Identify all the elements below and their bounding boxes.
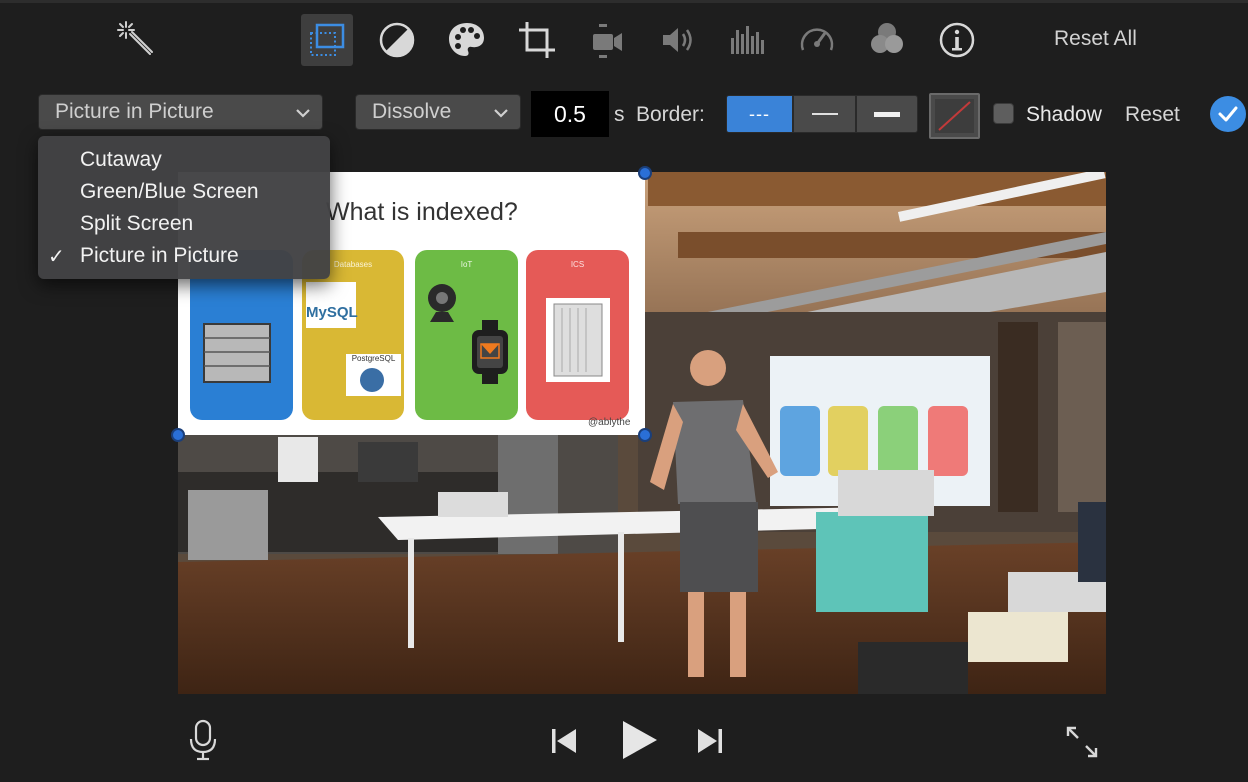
- slide-card-label-3: IoT: [460, 260, 473, 269]
- transition-dropdown[interactable]: Dissolve: [355, 94, 521, 130]
- pip-resize-handle-bottom-left[interactable]: [171, 428, 185, 442]
- border-none-label: ---: [749, 103, 770, 124]
- border-thick-button[interactable]: [856, 95, 918, 133]
- checkmark-icon: ✓: [48, 246, 65, 268]
- transition-value: Dissolve: [372, 100, 452, 123]
- overlay-style-dropdown[interactable]: Picture in Picture: [38, 94, 323, 130]
- fullscreen-icon[interactable]: [1062, 722, 1102, 762]
- reset-all-button[interactable]: Reset All: [1054, 27, 1137, 51]
- slide-card-label-4: ICS: [570, 260, 585, 269]
- video-overlay-icon[interactable]: [301, 14, 353, 66]
- window-top-edge: [0, 0, 1248, 3]
- duration-field[interactable]: 0.5: [531, 91, 609, 137]
- color-palette-icon[interactable]: [441, 14, 493, 66]
- mysql-logo: MySQL: [306, 304, 358, 321]
- volume-icon[interactable]: [651, 14, 703, 66]
- pip-resize-handle-top-right[interactable]: [638, 166, 652, 180]
- shadow-checkbox[interactable]: [993, 103, 1014, 124]
- chevron-down-icon: [494, 109, 508, 118]
- crop-icon[interactable]: [511, 14, 563, 66]
- no-color-slash-icon: [938, 101, 971, 131]
- border-none-button[interactable]: ---: [726, 95, 793, 133]
- microphone-icon[interactable]: [186, 718, 220, 762]
- noise-equalizer-icon[interactable]: [721, 14, 773, 66]
- thin-line-icon: [811, 113, 838, 115]
- menu-item-green-blue-screen[interactable]: Green/Blue Screen: [80, 180, 259, 204]
- border-label: Border:: [636, 103, 705, 126]
- stabilization-icon[interactable]: [581, 14, 633, 66]
- speed-icon[interactable]: [791, 14, 843, 66]
- color-balance-icon[interactable]: [371, 14, 423, 66]
- apply-button[interactable]: [1210, 96, 1246, 132]
- postgresql-logo: PostgreSQL: [351, 354, 396, 363]
- overlay-style-value: Picture in Picture: [55, 100, 214, 123]
- clip-filter-icon[interactable]: [861, 14, 913, 66]
- duration-unit: s: [614, 103, 625, 126]
- play-icon[interactable]: [614, 716, 662, 764]
- slide-title: What is indexed?: [326, 198, 518, 226]
- overlay-style-menu: Cutaway Green/Blue Screen Split Screen ✓…: [38, 136, 330, 279]
- thick-line-icon: [874, 111, 900, 117]
- checkmark-icon: [1218, 106, 1238, 122]
- reset-button[interactable]: Reset: [1125, 103, 1180, 127]
- slide-author-handle: @ablythe: [588, 417, 631, 428]
- skip-back-icon[interactable]: [546, 724, 582, 758]
- skip-forward-icon[interactable]: [692, 724, 728, 758]
- menu-item-split-screen[interactable]: Split Screen: [80, 212, 193, 236]
- shadow-label: Shadow: [1026, 103, 1102, 126]
- menu-item-cutaway[interactable]: Cutaway: [80, 148, 162, 172]
- pip-resize-handle-bottom-right[interactable]: [638, 428, 652, 442]
- magic-wand-icon[interactable]: [110, 14, 162, 66]
- menu-item-picture-in-picture[interactable]: Picture in Picture: [80, 244, 239, 268]
- chevron-down-icon: [296, 109, 310, 118]
- info-icon[interactable]: [931, 14, 983, 66]
- border-color-well[interactable]: [929, 93, 980, 139]
- border-thin-button[interactable]: [793, 95, 856, 133]
